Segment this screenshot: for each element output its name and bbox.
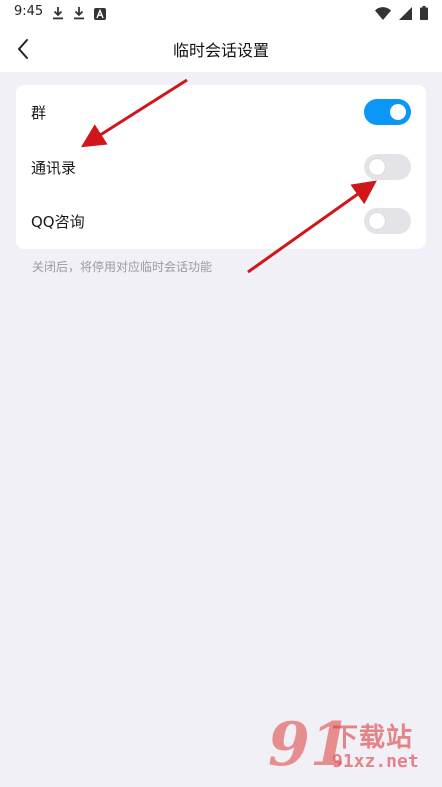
status-bar: 9:45 [0,0,442,26]
settings-footnote: 关闭后，将停用对应临时会话功能 [32,260,213,274]
toggle-knob [369,159,385,175]
contacts-toggle[interactable] [364,154,411,180]
setting-row-contacts[interactable]: 通讯录 [16,140,426,195]
page-title: 临时会话设置 [172,41,269,60]
battery-icon [420,5,428,24]
setting-row-group[interactable]: 群 [16,85,426,140]
status-icons-right [375,5,428,24]
app-a-icon [94,5,106,24]
download-icon [52,5,64,24]
setting-label-qq-consult: QQ咨询 [31,213,85,231]
status-icons-left [52,5,106,24]
download-icon [73,5,85,24]
toggle-knob [390,104,406,120]
qq-consult-toggle[interactable] [364,208,411,234]
watermark-title: 下载站 [332,723,414,753]
wifi-icon [375,5,391,24]
setting-label-contacts: 通讯录 [31,159,77,177]
watermark-url: 91xz.net [332,751,419,772]
settings-card: 群 通讯录 QQ咨询 [16,85,426,249]
watermark: 91 下载站 91xz.net [268,715,438,779]
nav-bar: 临时会话设置 [0,26,442,72]
setting-row-qq-consult[interactable]: QQ咨询 [16,194,426,249]
toggle-knob [369,213,385,229]
signal-icon [399,5,412,24]
status-time: 9:45 [14,4,44,19]
setting-label-group: 群 [31,104,47,122]
group-toggle[interactable] [364,99,411,125]
